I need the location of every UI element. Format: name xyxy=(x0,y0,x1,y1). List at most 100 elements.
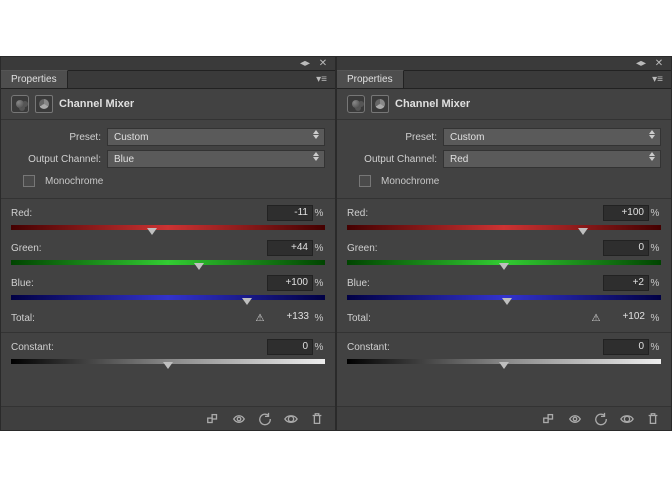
slider-value-red[interactable]: +100 xyxy=(603,205,649,221)
slider-label-green: Green: xyxy=(11,243,267,254)
slider-label-red: Red: xyxy=(347,208,603,219)
preset-select[interactable]: Custom xyxy=(443,128,661,146)
total-row: Total: ⚠ +102 % xyxy=(347,310,661,326)
collapse-icon[interactable]: ◂▸ xyxy=(299,59,311,69)
divider xyxy=(337,198,671,199)
clip-to-layer-icon[interactable] xyxy=(541,411,557,427)
adjustment-type-icon xyxy=(347,95,365,113)
properties-panel-0: ◂▸ ✕ Properties ▾≡ Channel Mixer Preset:… xyxy=(0,56,336,431)
preset-select[interactable]: Custom xyxy=(107,128,325,146)
slider-red: Red: +100 % xyxy=(347,205,661,232)
slider-red: Red: -11 % xyxy=(11,205,325,232)
slider-thumb-constant[interactable] xyxy=(163,362,173,369)
slider-green: Green: +44 % xyxy=(11,240,325,267)
slider-track-green[interactable] xyxy=(347,259,661,267)
divider xyxy=(1,198,335,199)
tab-bar: Properties ▾≡ xyxy=(1,71,335,89)
panel-title: Channel Mixer xyxy=(395,98,470,110)
slider-label-red: Red: xyxy=(11,208,267,219)
pct-label: % xyxy=(649,313,661,324)
slider-thumb-red[interactable] xyxy=(147,228,157,235)
panel-menu-icon[interactable]: ▾≡ xyxy=(308,74,335,85)
trash-icon[interactable] xyxy=(309,411,325,427)
total-value: +102 xyxy=(603,310,649,326)
slider-value-blue[interactable]: +100 xyxy=(267,275,313,291)
slider-label-green: Green: xyxy=(347,243,603,254)
close-icon[interactable]: ✕ xyxy=(653,59,665,69)
pct-label: % xyxy=(313,342,325,353)
panel-menu-icon[interactable]: ▾≡ xyxy=(644,74,671,85)
tab-properties[interactable]: Properties xyxy=(1,70,68,88)
preset-label: Preset: xyxy=(347,132,437,143)
trash-icon[interactable] xyxy=(645,411,661,427)
panel-bottom-bar xyxy=(337,406,671,430)
slider-track-blue[interactable] xyxy=(347,294,661,302)
channel-mixer-icon xyxy=(371,95,389,113)
preset-label: Preset: xyxy=(11,132,101,143)
panel-title: Channel Mixer xyxy=(59,98,134,110)
slider-track-constant[interactable] xyxy=(11,358,325,366)
reset-icon[interactable] xyxy=(593,411,609,427)
slider-track-red[interactable] xyxy=(347,224,661,232)
panel-bottom-bar xyxy=(1,406,335,430)
clip-to-layer-icon[interactable] xyxy=(205,411,221,427)
pct-label: % xyxy=(649,342,661,353)
close-icon[interactable]: ✕ xyxy=(317,59,329,69)
slider-thumb-green[interactable] xyxy=(194,263,204,270)
slider-value-green[interactable]: 0 xyxy=(603,240,649,256)
warning-icon: ⚠ xyxy=(253,313,267,324)
window-controls: ◂▸ ✕ xyxy=(337,57,671,71)
slider-green: Green: 0 % xyxy=(347,240,661,267)
pct-label: % xyxy=(313,313,325,324)
reset-icon[interactable] xyxy=(257,411,273,427)
toggle-visibility-icon[interactable] xyxy=(283,411,299,427)
output-channel-select[interactable]: Blue xyxy=(107,150,325,168)
slider-label-constant: Constant: xyxy=(347,342,603,353)
total-label: Total: xyxy=(11,313,253,324)
monochrome-checkbox[interactable] xyxy=(359,175,371,187)
pct-label: % xyxy=(313,243,325,254)
pct-label: % xyxy=(313,278,325,289)
properties-panel-1: ◂▸ ✕ Properties ▾≡ Channel Mixer Preset:… xyxy=(336,56,672,431)
slider-track-green[interactable] xyxy=(11,259,325,267)
slider-label-blue: Blue: xyxy=(11,278,267,289)
slider-blue: Blue: +2 % xyxy=(347,275,661,302)
slider-thumb-blue[interactable] xyxy=(502,298,512,305)
divider xyxy=(337,332,671,333)
total-row: Total: ⚠ +133 % xyxy=(11,310,325,326)
view-previous-icon[interactable] xyxy=(567,411,583,427)
slider-value-blue[interactable]: +2 xyxy=(603,275,649,291)
view-previous-icon[interactable] xyxy=(231,411,247,427)
slider-label-constant: Constant: xyxy=(11,342,267,353)
window-controls: ◂▸ ✕ xyxy=(1,57,335,71)
slider-track-constant[interactable] xyxy=(347,358,661,366)
slider-thumb-blue[interactable] xyxy=(242,298,252,305)
tab-bar: Properties ▾≡ xyxy=(337,71,671,89)
slider-value-red[interactable]: -11 xyxy=(267,205,313,221)
tab-properties[interactable]: Properties xyxy=(337,70,404,88)
total-label: Total: xyxy=(347,313,589,324)
slider-value-constant[interactable]: 0 xyxy=(267,339,313,355)
collapse-icon[interactable]: ◂▸ xyxy=(635,59,647,69)
slider-thumb-green[interactable] xyxy=(499,263,509,270)
slider-constant: Constant: 0 % xyxy=(347,339,661,366)
monochrome-checkbox[interactable] xyxy=(23,175,35,187)
slider-thumb-constant[interactable] xyxy=(499,362,509,369)
total-value: +133 xyxy=(267,310,313,326)
monochrome-label: Monochrome xyxy=(381,176,439,187)
output-channel-label: Output Channel: xyxy=(347,154,437,165)
slider-blue: Blue: +100 % xyxy=(11,275,325,302)
toggle-visibility-icon[interactable] xyxy=(619,411,635,427)
output-channel-select[interactable]: Red xyxy=(443,150,661,168)
channel-mixer-icon xyxy=(35,95,53,113)
pct-label: % xyxy=(649,278,661,289)
slider-track-blue[interactable] xyxy=(11,294,325,302)
pct-label: % xyxy=(649,243,661,254)
slider-value-green[interactable]: +44 xyxy=(267,240,313,256)
pct-label: % xyxy=(313,208,325,219)
slider-track-red[interactable] xyxy=(11,224,325,232)
slider-constant: Constant: 0 % xyxy=(11,339,325,366)
divider xyxy=(1,332,335,333)
slider-thumb-red[interactable] xyxy=(578,228,588,235)
slider-value-constant[interactable]: 0 xyxy=(603,339,649,355)
